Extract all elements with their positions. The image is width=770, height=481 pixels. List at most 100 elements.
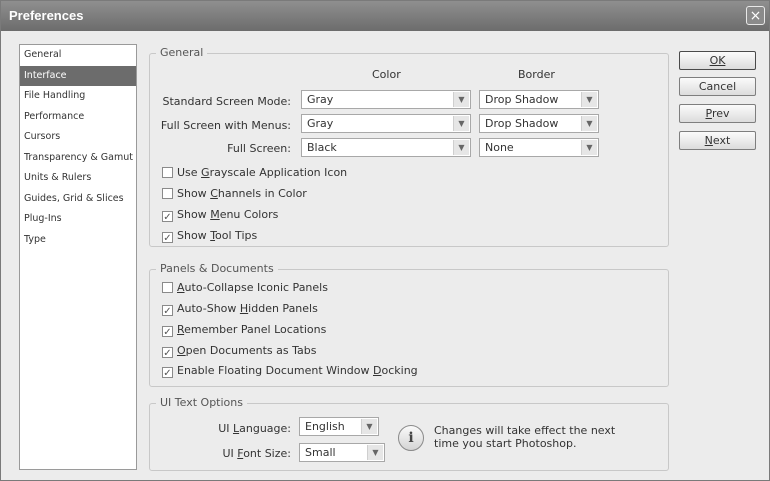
cb-text: Show xyxy=(177,229,211,242)
cb-accelerator: H xyxy=(239,302,249,315)
standard-screen-border-select[interactable]: Drop Shadow ▼ xyxy=(479,90,599,109)
cb-accelerator: O xyxy=(177,344,186,357)
cb-text: enu Colors xyxy=(219,208,279,221)
chevron-down-icon: ▼ xyxy=(581,116,597,131)
sidebar-item-transparency-gamut[interactable]: Transparency & Gamut xyxy=(20,148,136,169)
select-value: None xyxy=(485,141,514,154)
cb-accelerator: M xyxy=(210,208,220,221)
button-accelerator: N xyxy=(704,134,713,147)
preferences-dialog: Preferences × General Interface File Han… xyxy=(0,0,770,481)
button-label: OK xyxy=(709,54,726,67)
category-list[interactable]: General Interface File Handling Performa… xyxy=(19,44,137,470)
button-label: ext xyxy=(712,134,731,147)
cancel-button[interactable]: Cancel xyxy=(679,77,756,96)
select-value: Gray xyxy=(307,93,334,106)
sidebar-item-cursors[interactable]: Cursors xyxy=(20,127,136,148)
restart-notice: Changes will take effect the next time y… xyxy=(434,424,644,450)
auto-collapse-panels-checkbox[interactable]: Auto-Collapse Iconic Panels xyxy=(162,281,328,294)
full-screen-border-select[interactable]: None ▼ xyxy=(479,138,599,157)
general-legend: General xyxy=(156,46,208,59)
grayscale-app-icon-checkbox[interactable]: Use Grayscale Application Icon xyxy=(162,166,347,179)
chevron-down-icon: ▼ xyxy=(581,140,597,155)
title-bar[interactable]: Preferences × xyxy=(1,1,769,31)
sidebar-item-units-rulers[interactable]: Units & Rulers xyxy=(20,168,136,189)
label-text: ont Size: xyxy=(243,447,291,460)
chevron-down-icon: ▼ xyxy=(453,140,469,155)
sidebar-item-guides-grid-slices[interactable]: Guides, Grid & Slices xyxy=(20,189,136,210)
floating-window-docking-checkbox[interactable]: ✓ Enable Floating Document Window Docking xyxy=(162,364,418,379)
sidebar-item-interface[interactable]: Interface xyxy=(20,65,136,86)
window-title: Preferences xyxy=(9,8,84,23)
checkbox-box[interactable] xyxy=(162,282,173,293)
select-value: Gray xyxy=(307,117,334,130)
label-text: anguage: xyxy=(239,422,291,435)
ok-button[interactable]: OK xyxy=(679,51,756,70)
ui-language-select[interactable]: English ▼ xyxy=(299,417,379,436)
cb-text: Show xyxy=(177,187,211,200)
standard-screen-mode-label: Standard Screen Mode: xyxy=(162,95,291,108)
select-value: Drop Shadow xyxy=(485,93,559,106)
ui-font-size-select[interactable]: Small ▼ xyxy=(299,443,385,462)
chevron-down-icon: ▼ xyxy=(581,92,597,107)
sidebar-item-type[interactable]: Type xyxy=(20,230,136,251)
cb-text: emember Panel Locations xyxy=(184,323,327,336)
sidebar-item-plug-ins[interactable]: Plug-Ins xyxy=(20,209,136,230)
cb-text: idden Panels xyxy=(248,302,318,315)
ui-language-label: UI Language: xyxy=(151,422,291,435)
ui-font-size-label: UI Font Size: xyxy=(151,447,291,460)
ui-text-options-legend: UI Text Options xyxy=(156,396,247,409)
select-value: Small xyxy=(305,446,336,459)
checkbox-box[interactable] xyxy=(162,188,173,199)
full-screen-menus-label: Full Screen with Menus: xyxy=(160,119,291,132)
cb-text: uto-Collapse Iconic Panels xyxy=(184,281,328,294)
cb-text: rayscale Application Icon xyxy=(209,166,348,179)
panels-documents-legend: Panels & Documents xyxy=(156,262,278,275)
check-icon[interactable]: ✓ xyxy=(162,232,173,244)
chevron-down-icon: ▼ xyxy=(453,116,469,131)
check-icon[interactable]: ✓ xyxy=(162,211,173,223)
cb-text: pen Documents as Tabs xyxy=(185,344,317,357)
sidebar-item-performance[interactable]: Performance xyxy=(20,107,136,128)
sidebar-item-general[interactable]: General xyxy=(20,45,136,66)
cb-text: Show xyxy=(177,208,211,221)
cb-accelerator: G xyxy=(201,166,210,179)
check-icon[interactable]: ✓ xyxy=(162,347,173,359)
check-icon[interactable]: ✓ xyxy=(162,326,173,338)
select-value: English xyxy=(305,420,345,433)
standard-screen-color-select[interactable]: Gray ▼ xyxy=(301,90,471,109)
check-icon[interactable]: ✓ xyxy=(162,305,173,317)
sidebar-item-file-handling[interactable]: File Handling xyxy=(20,86,136,107)
cb-text: ool Tips xyxy=(215,229,258,242)
full-screen-menus-border-select[interactable]: Drop Shadow ▼ xyxy=(479,114,599,133)
checkbox-box[interactable] xyxy=(162,167,173,178)
full-screen-color-select[interactable]: Black ▼ xyxy=(301,138,471,157)
cb-text: ocking xyxy=(381,364,418,377)
cb-text: Enable Floating Document Window xyxy=(177,364,373,377)
select-value: Black xyxy=(307,141,337,154)
label-text: UI xyxy=(222,447,238,460)
button-label: Cancel xyxy=(698,80,737,93)
chevron-down-icon: ▼ xyxy=(367,445,383,460)
cb-text: Auto-Show xyxy=(177,302,240,315)
show-menu-colors-checkbox[interactable]: ✓ Show Menu Colors xyxy=(162,208,279,223)
button-label: rev xyxy=(711,107,730,120)
cb-accelerator: C xyxy=(210,187,218,200)
select-value: Drop Shadow xyxy=(485,117,559,130)
remember-panel-locations-checkbox[interactable]: ✓ Remember Panel Locations xyxy=(162,323,327,338)
show-tool-tips-checkbox[interactable]: ✓ Show Tool Tips xyxy=(162,229,258,244)
show-channels-in-color-checkbox[interactable]: Show Channels in Color xyxy=(162,187,307,200)
next-button[interactable]: Next xyxy=(679,131,756,150)
auto-show-hidden-panels-checkbox[interactable]: ✓ Auto-Show Hidden Panels xyxy=(162,302,318,317)
cb-accelerator: A xyxy=(177,281,185,294)
cb-text: Use xyxy=(177,166,202,179)
prev-button[interactable]: Prev xyxy=(679,104,756,123)
check-icon[interactable]: ✓ xyxy=(162,367,173,379)
notice-line: time you start Photoshop. xyxy=(434,437,577,450)
full-screen-menus-color-select[interactable]: Gray ▼ xyxy=(301,114,471,133)
chevron-down-icon: ▼ xyxy=(453,92,469,107)
close-icon[interactable]: × xyxy=(746,6,765,25)
label-text: UI xyxy=(218,422,233,435)
cb-text: hannels in Color xyxy=(217,187,307,200)
color-column-header: Color xyxy=(372,68,401,81)
open-documents-as-tabs-checkbox[interactable]: ✓ Open Documents as Tabs xyxy=(162,344,317,359)
